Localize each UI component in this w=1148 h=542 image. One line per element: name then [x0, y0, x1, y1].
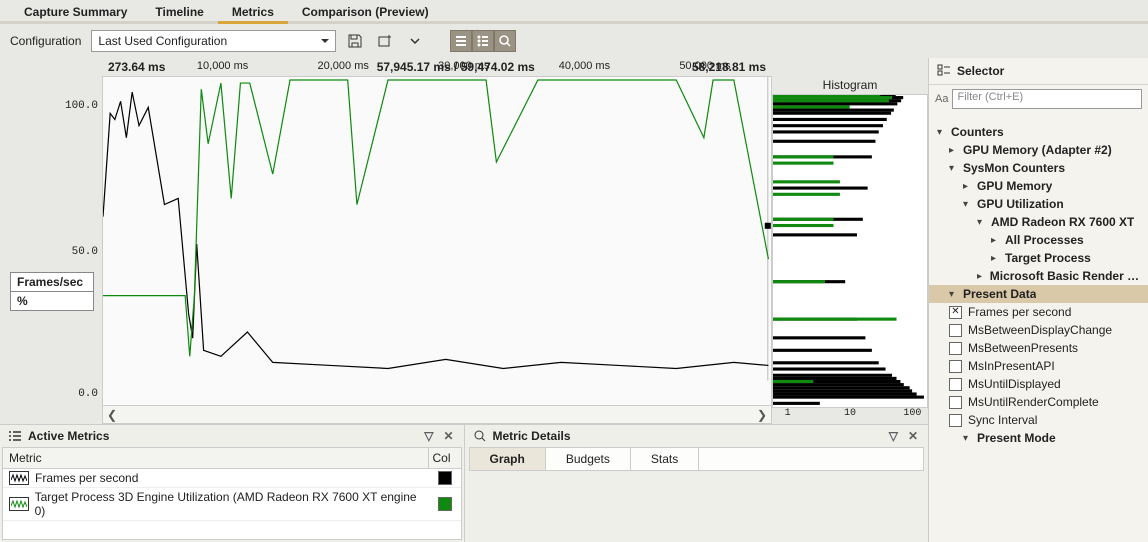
y-axis-label-box: Frames/sec %: [10, 272, 94, 311]
cursor-selection: 57,945.17 ms / 59,474.02 ms: [377, 60, 535, 74]
histogram-chart[interactable]: [772, 94, 928, 408]
color-swatch[interactable]: [438, 471, 452, 485]
scroll-right-icon[interactable]: ❯: [755, 408, 769, 422]
active-metrics-table: Metric Col Frames per second Targe: [2, 447, 462, 540]
histogram-title: Histogram: [772, 76, 928, 94]
magnify-icon: [473, 429, 487, 443]
checkbox-icon[interactable]: [949, 396, 962, 409]
histo-tick: 100: [903, 408, 921, 419]
cursor-labels: 273.64 ms 57,945.17 ms / 59,474.02 ms 58…: [102, 60, 772, 76]
metric-row[interactable]: Frames per second: [3, 469, 461, 488]
histogram-x-axis: 1 10 100: [772, 408, 928, 424]
detail-tab-graph[interactable]: Graph: [470, 448, 546, 470]
checkbox-icon[interactable]: [949, 342, 962, 355]
y-axis-metric-name: Frames/sec: [11, 273, 93, 292]
detail-tab-stats[interactable]: Stats: [631, 448, 699, 470]
new-capture-icon[interactable]: [374, 30, 396, 52]
active-metrics-title: Active Metrics: [28, 429, 109, 443]
scroll-left-icon[interactable]: ❮: [105, 408, 119, 422]
tree-all-processes[interactable]: ▸All Processes: [929, 231, 1148, 249]
dropdown-icon[interactable]: [404, 30, 426, 52]
pane-dropdown-icon[interactable]: ▽: [422, 429, 435, 443]
check-msuntildisplayed[interactable]: MsUntilDisplayed: [929, 375, 1148, 393]
tree-present-data[interactable]: ▾Present Data: [929, 285, 1148, 303]
check-msinpresentapi[interactable]: MsInPresentAPI: [929, 357, 1148, 375]
tree-gpu-mem-adapter[interactable]: ▸GPU Memory (Adapter #2): [929, 141, 1148, 159]
selector-icon: [937, 64, 951, 78]
metric-row-label: Frames per second: [35, 471, 138, 485]
config-select[interactable]: Last Used Configuration: [91, 30, 336, 52]
tree-counters[interactable]: ▾Counters: [929, 123, 1148, 141]
chart-scrollbar[interactable]: ❮ ❯: [102, 406, 772, 424]
check-msuntilrendercomplete[interactable]: MsUntilRenderComplete: [929, 393, 1148, 411]
config-label: Configuration: [10, 34, 81, 48]
detail-tab-budgets[interactable]: Budgets: [546, 448, 631, 470]
cursor-start: 273.64 ms: [108, 60, 165, 74]
checkbox-icon[interactable]: [949, 324, 962, 337]
selector-tree: ▾Counters ▸GPU Memory (Adapter #2) ▾SysM…: [929, 113, 1148, 542]
tab-metrics[interactable]: Metrics: [218, 1, 288, 24]
pane-dropdown-icon[interactable]: ▽: [887, 429, 900, 443]
col-metric[interactable]: Metric: [3, 448, 429, 468]
y-tick: 0.0: [78, 388, 98, 400]
metric-row[interactable]: Target Process 3D Engine Utilization (AM…: [3, 488, 461, 521]
y-tick: 100.0: [65, 100, 98, 112]
metric-details-tabs: Graph Budgets Stats: [469, 447, 925, 471]
check-msbetweenpresents[interactable]: MsBetweenPresents: [929, 339, 1148, 357]
y-tick: 50.0: [72, 246, 98, 258]
tree-amd-radeon[interactable]: ▾AMD Radeon RX 7600 XT: [929, 213, 1148, 231]
tree-target-process[interactable]: ▸Target Process: [929, 249, 1148, 267]
checkbox-icon[interactable]: [949, 360, 962, 373]
checkbox-icon[interactable]: ✕: [949, 306, 962, 319]
config-bar: Configuration Last Used Configuration: [0, 24, 1148, 58]
selector-sidebar: Selector Aa Filter (Ctrl+E) ▾Counters ▸G…: [928, 58, 1148, 542]
histo-tick: 1: [785, 408, 791, 419]
pane-close-icon[interactable]: ✕: [906, 429, 920, 443]
check-msbetweendisplay[interactable]: MsBetweenDisplayChange: [929, 321, 1148, 339]
config-select-value: Last Used Configuration: [98, 34, 227, 48]
pane-close-icon[interactable]: ✕: [441, 429, 455, 443]
y-axis-unit: %: [11, 292, 93, 310]
tree-present-mode[interactable]: ▾Present Mode: [929, 429, 1148, 447]
selector-title: Selector: [957, 64, 1004, 78]
histo-tick: 10: [844, 408, 856, 419]
tree-gpu-utilization[interactable]: ▾GPU Utilization: [929, 195, 1148, 213]
view-list1-icon[interactable]: [450, 30, 472, 52]
text-case-icon[interactable]: Aa: [935, 93, 948, 105]
tree-gpu-memory[interactable]: ▸GPU Memory: [929, 177, 1148, 195]
tab-capture-summary[interactable]: Capture Summary: [10, 1, 141, 24]
histogram-panel: Histogram 1 10 100: [772, 76, 928, 424]
checkbox-icon[interactable]: [949, 414, 962, 427]
metric-row-label: Target Process 3D Engine Utilization (AM…: [35, 490, 423, 518]
metric-details-pane: Metric Details ▽ ✕ Graph Budgets Stats: [465, 425, 929, 542]
y-axis-panel: 100.0 50.0 0.0 Frames/sec %: [0, 76, 102, 424]
search-icon[interactable]: [494, 30, 516, 52]
main-chart[interactable]: [102, 76, 772, 406]
col-color[interactable]: Col: [429, 448, 461, 468]
top-tab-bar: Capture Summary Timeline Metrics Compari…: [0, 0, 1148, 24]
tree-sysmon[interactable]: ▾SysMon Counters: [929, 159, 1148, 177]
checkbox-icon[interactable]: [949, 378, 962, 391]
list-icon: [8, 430, 22, 442]
tab-timeline[interactable]: Timeline: [141, 1, 217, 24]
metric-details-title: Metric Details: [493, 429, 571, 443]
check-fps[interactable]: ✕Frames per second: [929, 303, 1148, 321]
active-metrics-pane: Active Metrics ▽ ✕ Metric Col Frames per…: [0, 425, 465, 542]
check-syncinterval[interactable]: Sync Interval: [929, 411, 1148, 429]
save-icon[interactable]: [344, 30, 366, 52]
cursor-end: 58,218.81 ms: [692, 60, 766, 74]
view-mode-buttons: [450, 30, 516, 52]
tree-ms-basic-render[interactable]: ▸Microsoft Basic Render Driver: [929, 267, 1148, 285]
tab-comparison[interactable]: Comparison (Preview): [288, 1, 443, 24]
view-list2-icon[interactable]: [472, 30, 494, 52]
filter-input[interactable]: Filter (Ctrl+E): [952, 89, 1142, 109]
color-swatch[interactable]: [438, 497, 452, 511]
